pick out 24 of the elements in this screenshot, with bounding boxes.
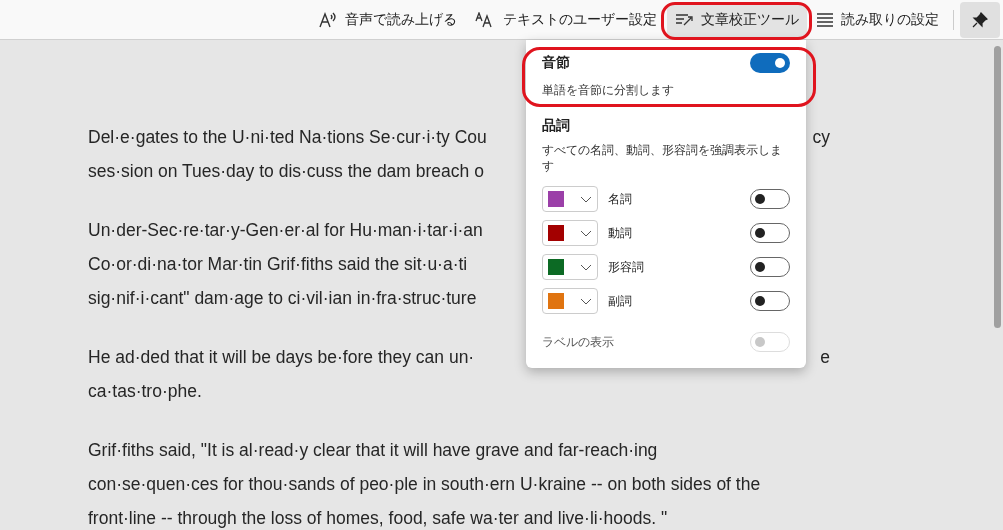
section-title: 品詞 (542, 116, 571, 135)
article-text-line: front·line -- through the loss of homes, food, safe wa·ter and live·li·hoods. " (88, 506, 668, 530)
article-text-line: cy (812, 125, 830, 149)
article-text-line: ca·tas·tro·phe. (88, 379, 202, 403)
article-text-line: He ad·ded that it will be days be·fore they can un· (88, 345, 475, 369)
article-text-line: Grif·fiths said, "It is al·read·y clear that it will have grave and far-reach·ing (88, 438, 658, 462)
part-of-speech-label: 名詞 (608, 191, 633, 208)
toolbar-button[interactable]: テキストのユーザー設定 (467, 2, 665, 37)
section-description: すべての名詞、動詞、形容詞を強調表示します (542, 142, 783, 174)
toolbar-button[interactable]: 音声で読み上げる (311, 2, 465, 37)
article-text-line: Del·e·gates to the U·ni·ted Na·tions Se·cur·i·ty Cou (88, 125, 487, 149)
section-description: 単語を音節に分割します (542, 82, 675, 99)
article-text-line: sig·nif·i·cant" dam·age to ci·vil·ian in·fra·struc·ture (88, 286, 477, 310)
article-text-line: e (820, 345, 830, 369)
article-text-line: Co·or·di·na·tor Mar·tin Grif·fiths said the sit·u·a·ti (88, 252, 468, 276)
part-of-speech-label: 副詞 (608, 293, 633, 310)
section-title: 音節 (542, 53, 570, 72)
part-of-speech-label: 動詞 (608, 225, 633, 242)
option-label: ラベルの表示 (542, 334, 614, 351)
part-of-speech-label: 形容詞 (608, 259, 645, 276)
article-text-line: Un·der-Sec·re·tar·y-Gen·er·al for Hu·man·i·tar·i·an (88, 218, 483, 242)
toolbar-button[interactable]: 読み取りの設定 (809, 2, 947, 37)
article-text-line: con·se·quen·ces for thou·sands of peo·ple in south·ern U·kraine -- on both sides of the (88, 472, 761, 496)
article-text-line: ses·sion on Tues·day to dis·cuss the dam breach o (88, 159, 484, 183)
